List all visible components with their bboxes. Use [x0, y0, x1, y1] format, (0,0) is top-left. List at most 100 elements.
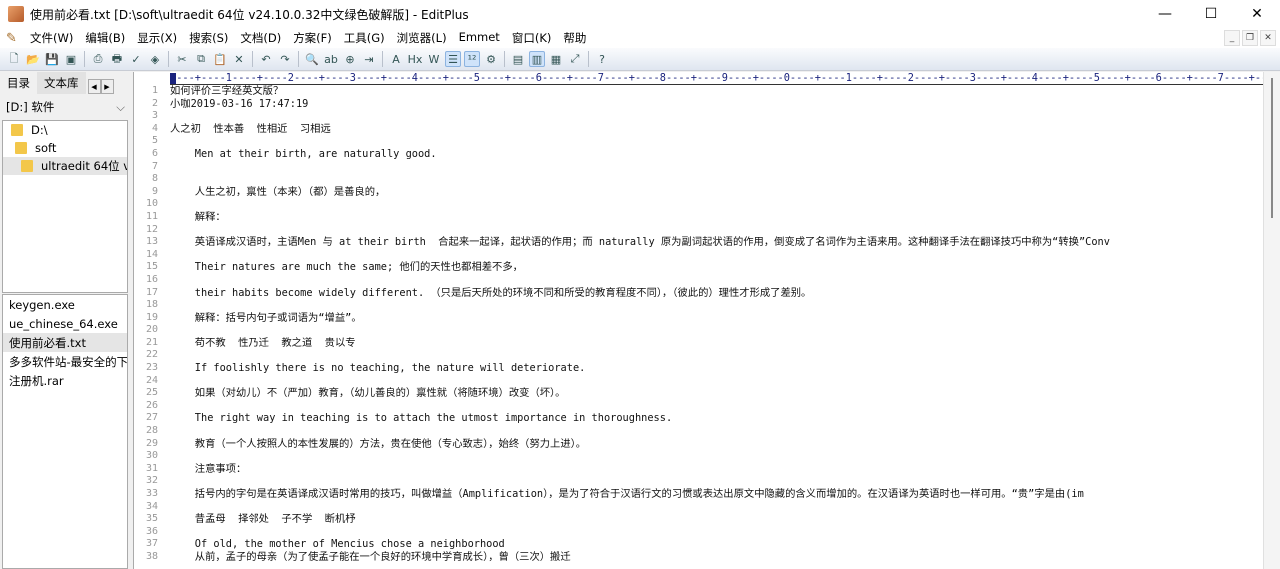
editplus-app-icon [8, 6, 24, 22]
line-number: 21 [145, 336, 158, 348]
pencil-icon: ✎ [6, 30, 17, 46]
file-list-item[interactable]: keygen.exe [3, 295, 127, 314]
file-list-item[interactable]: 多多软件站-最安全的下载站.url [3, 352, 127, 371]
tree-node-label: soft [35, 141, 57, 155]
line-number: 14 [145, 248, 158, 260]
find-icon[interactable]: 🔍 [304, 51, 320, 67]
menu-item-4[interactable]: 文档(D) [234, 30, 287, 46]
text-line: 英语译成汉语时，主语Men 与 at their birth 合起来一起译，起状… [170, 236, 1110, 249]
menu-item-1[interactable]: 编辑(B) [79, 30, 131, 46]
redo-icon[interactable]: ↷ [277, 51, 293, 67]
title-bar: 使用前必看.txt [D:\soft\ultraedit 64位 v24.10.… [0, 0, 1280, 28]
tree-node-label: ultraedit 64位 v24.10.0.32中文绿色破解版 [41, 159, 127, 173]
spellcheck-icon[interactable]: ✓ [128, 51, 144, 67]
text-line [170, 198, 1264, 211]
menu-item-7[interactable]: 浏览器(L) [391, 30, 453, 46]
directory-window-icon[interactable]: ▤ [510, 51, 526, 67]
line-number-icon[interactable]: ☰ [445, 51, 461, 67]
cut-icon[interactable]: ✂ [174, 51, 190, 67]
doc-restore-button[interactable]: ❐ [1242, 30, 1258, 46]
line-number: 28 [145, 425, 158, 437]
tree-node-root[interactable]: D:\ [3, 121, 127, 139]
menu-item-0[interactable]: 文件(W) [24, 30, 79, 46]
text-line: 小咖2019-03-16 17:47:19 [170, 97, 309, 110]
line-number: 24 [145, 374, 158, 386]
text-line: Of old, the mother of Mencius chose a ne… [170, 538, 505, 551]
menu-item-9[interactable]: 窗口(K) [506, 30, 558, 46]
text-line [170, 224, 1264, 237]
font-icon[interactable]: A [388, 51, 404, 67]
line-number: 20 [145, 324, 158, 336]
vertical-scrollbar[interactable] [1263, 72, 1280, 569]
hex-icon[interactable]: Hx [407, 51, 423, 67]
text-line [170, 274, 1264, 287]
text-line: The right way in teaching is to attach t… [170, 412, 673, 425]
toolbar-separator [504, 51, 505, 67]
folder-icon [11, 124, 23, 136]
menu-item-3[interactable]: 搜索(S) [183, 30, 234, 46]
text-line [170, 161, 1264, 174]
toolbar-separator [298, 51, 299, 67]
minimize-button[interactable]: — [1142, 0, 1188, 28]
tab-directory[interactable]: 目录 [0, 72, 37, 94]
close-button[interactable]: ✕ [1234, 0, 1280, 28]
word-wrap-icon[interactable]: W [426, 51, 442, 67]
ruler-icon[interactable]: ¹² [464, 51, 480, 67]
paste-icon[interactable]: 📋 [212, 51, 228, 67]
goto-line-icon[interactable]: ⇥ [361, 51, 377, 67]
output-window-icon[interactable]: ▦ [548, 51, 564, 67]
line-number: 34 [145, 500, 158, 512]
menu-item-8[interactable]: Emmet [453, 30, 506, 46]
column-ruler: ----+----1----+----2----+----3----+----4… [170, 72, 1264, 85]
print-preview-icon[interactable]: ⎙ [90, 51, 106, 67]
undo-icon[interactable]: ↶ [258, 51, 274, 67]
tab-prev-button[interactable]: ◀ [87, 79, 101, 94]
maximize-button[interactable]: ☐ [1188, 0, 1234, 28]
menu-item-5[interactable]: 方案(F) [287, 30, 338, 46]
line-number: 31 [145, 462, 158, 474]
delete-icon[interactable]: ✕ [231, 51, 247, 67]
menu-item-6[interactable]: 工具(G) [338, 30, 391, 46]
text-line [170, 110, 1264, 123]
menu-item-2[interactable]: 显示(X) [131, 30, 183, 46]
menu-item-10[interactable]: 帮助 [557, 30, 592, 46]
tree-node-soft[interactable]: soft [3, 139, 127, 157]
print-icon[interactable]: 🖶 [109, 51, 125, 67]
line-number: 26 [145, 399, 158, 411]
line-number: 17 [145, 286, 158, 298]
drive-select[interactable]: [D:] 软件 ⌵ [2, 97, 129, 117]
line-number: 3 [151, 110, 158, 122]
cliptext-icon[interactable]: ▥ [529, 51, 545, 67]
editor[interactable]: ----+----1----+----2----+----3----+----4… [133, 72, 1280, 569]
help-icon[interactable]: ? [594, 51, 610, 67]
toolbar: 🗋 📂 💾 ▣ ⎙ 🖶 ✓ ◈ ✂ ⧉ 📋 ✕ ↶ ↷ 🔍 ab ⊕ ⇥ A Hx W ☰ ¹² ⚙ ▤ ▥ ▦ ⤢? [0, 48, 1280, 71]
new-file-icon[interactable]: 🗋 [6, 51, 22, 67]
settings-icon[interactable]: ⚙ [483, 51, 499, 67]
scrollbar-thumb[interactable] [1271, 78, 1273, 218]
line-number: 11 [145, 210, 158, 222]
text-line: Their natures are much the same; 他们的天性也都… [170, 261, 523, 274]
open-icon[interactable]: 📂 [25, 51, 41, 67]
replace-icon[interactable]: ab [323, 51, 339, 67]
save-icon[interactable]: 💾 [44, 51, 60, 67]
file-list-item[interactable]: 注册机.rar [3, 371, 127, 390]
find-in-files-icon[interactable]: ⊕ [342, 51, 358, 67]
save-all-icon[interactable]: ▣ [63, 51, 79, 67]
tree-node-ultraedit[interactable]: ultraedit 64位 v24.10.0.32中文绿色破解版 [3, 157, 127, 175]
file-list-item[interactable]: 使用前必看.txt [3, 333, 127, 352]
file-list-item[interactable]: ue_chinese_64.exe [3, 314, 127, 333]
tab-next-button[interactable]: ▶ [100, 79, 114, 94]
fullscreen-icon[interactable]: ⤢ [567, 51, 583, 67]
browser-icon[interactable]: ◈ [147, 51, 163, 67]
line-number: 27 [145, 412, 158, 424]
copy-icon[interactable]: ⧉ [193, 51, 209, 67]
text-line: 苟不教 性乃迁 教之道 贵以专 [170, 336, 356, 349]
tab-cliptext[interactable]: 文本库 [37, 72, 86, 94]
line-number: 22 [145, 349, 158, 361]
text-content[interactable]: 如何评价三字经英文版？ 小咖2019-03-16 17:47:19 人之初 性本善 … [170, 85, 1264, 564]
line-number: 23 [145, 362, 158, 374]
line-number: 13 [145, 236, 158, 248]
doc-close-button[interactable]: ✕ [1260, 30, 1276, 46]
line-number: 38 [145, 550, 158, 562]
doc-minimize-button[interactable]: _ [1224, 30, 1240, 46]
